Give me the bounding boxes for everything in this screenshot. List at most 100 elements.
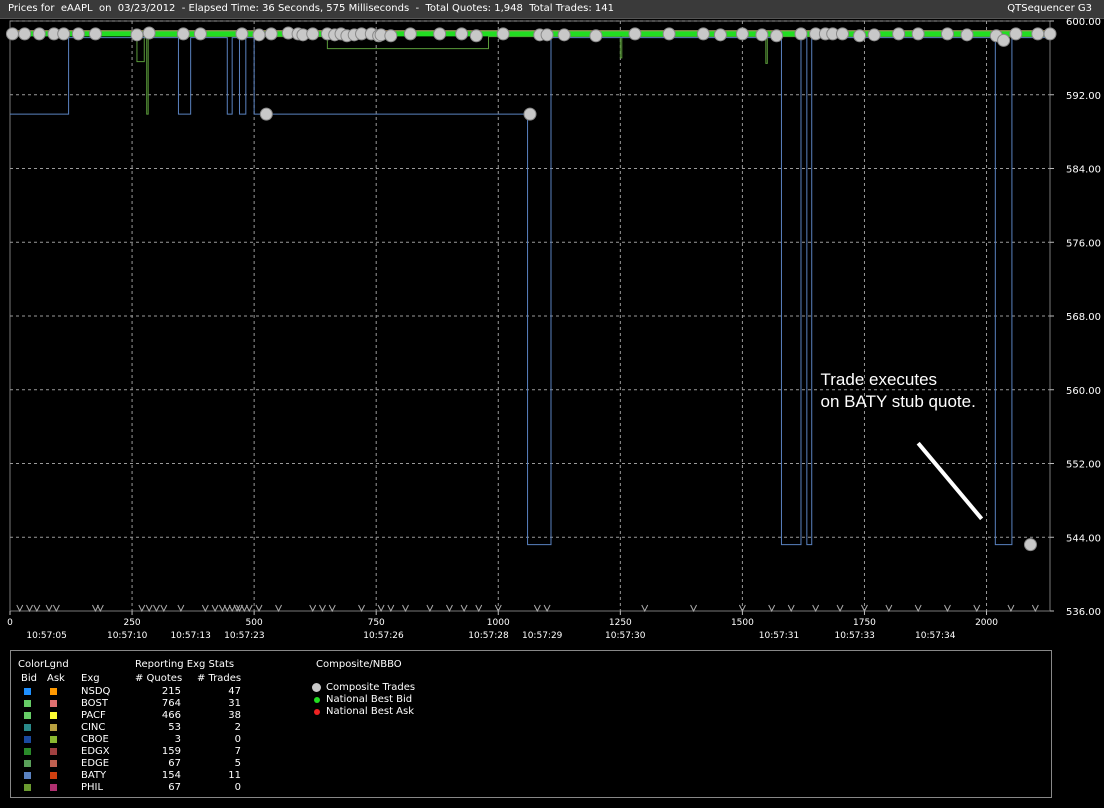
time-label: 10:57:28: [468, 631, 509, 641]
composite-trade-point: [496, 27, 510, 41]
legend-exchange: CINC: [81, 722, 106, 733]
composite-trade-point: [5, 27, 19, 41]
annotation-text: Trade executes: [821, 370, 938, 389]
legend-bid-swatch: [24, 688, 31, 695]
legend-quote-count: 67: [168, 758, 181, 769]
time-label: 10:57:29: [522, 631, 563, 641]
composite-trade-point: [306, 27, 320, 41]
composite-trade-point: [960, 28, 974, 42]
composite-trade-point: [1043, 27, 1057, 41]
legend-panel: ColorLgnd Reporting Exg Stats Composite/…: [10, 650, 1052, 798]
legend-trade-count: 47: [228, 686, 241, 697]
composite-legend-label: Composite Trades: [326, 682, 416, 693]
composite-trade-point: [264, 27, 278, 41]
composite-trade-point: [557, 28, 571, 42]
composite-trade-point: [997, 33, 1011, 47]
legend-exg-col: Exg: [81, 673, 100, 684]
legend-exchange: EDGX: [81, 746, 110, 757]
composite-trade-point: [696, 27, 710, 41]
composite-trade-point: [735, 27, 749, 41]
composite-trade-point: [130, 28, 144, 42]
composite-trade-point: [1031, 27, 1045, 41]
legend-trade-count: 7: [234, 746, 241, 757]
legend-trade-count: 11: [228, 770, 241, 781]
legend-quote-count: 53: [168, 722, 181, 733]
legend-composite-header: Composite/NBBO: [316, 659, 402, 670]
time-label: 10:57:33: [834, 631, 874, 641]
composite-trade-point: [755, 28, 769, 42]
time-label: 10:57:34: [915, 631, 956, 641]
legend-quote-count: 3: [174, 734, 181, 745]
legend-ask-swatch: [50, 736, 57, 743]
composite-trade-point: [523, 107, 537, 121]
y-tick-label: 600.00: [1066, 18, 1101, 28]
composite-trade-point: [88, 27, 102, 41]
legend-exchange: BOST: [81, 698, 109, 709]
composite-trade-point: [628, 27, 642, 41]
composite-trade-point: [235, 27, 249, 41]
time-label: 10:57:30: [605, 631, 646, 641]
composite-trade-point: [589, 29, 603, 43]
composite-trade-point: [1023, 538, 1037, 552]
legend-bid-swatch: [24, 760, 31, 767]
composite-trade-point: [469, 29, 483, 43]
time-label: 10:57:23: [224, 631, 264, 641]
y-tick-label: 584.00: [1066, 165, 1101, 176]
composite-trade-point: [662, 27, 676, 41]
composite-legend-marker: [312, 683, 321, 692]
legend-bid-swatch: [24, 784, 31, 791]
legend-quote-count: 215: [161, 686, 181, 697]
composite-legend-marker: [314, 697, 320, 703]
x-tick-label: 0: [7, 618, 13, 628]
composite-trade-point: [911, 27, 925, 41]
legend-ask-swatch: [50, 688, 57, 695]
legend-ask-swatch: [50, 700, 57, 707]
legend-bid-swatch: [24, 772, 31, 779]
time-label: 10:57:26: [363, 631, 404, 641]
price-chart: 600.00 592.00 584.00 576.00 568.00 560.00 552.…: [5, 18, 1101, 641]
app-name: QTSequencer G3: [1007, 3, 1092, 14]
legend-trade-count: 38: [228, 710, 241, 721]
composite-legend-marker: [314, 709, 320, 715]
composite-trade-point: [142, 26, 156, 40]
legend-bid-swatch: [24, 724, 31, 731]
time-label: 10:57:10: [107, 631, 148, 641]
x-tick-label: 750: [368, 618, 385, 628]
composite-trade-point: [940, 27, 954, 41]
x-tick-label: 1750: [853, 618, 876, 628]
legend-stats-header: Reporting Exg Stats: [135, 659, 235, 670]
legend-color-header: ColorLgnd: [18, 659, 69, 670]
composite-trade-point: [57, 27, 71, 41]
legend-quote-count: 67: [168, 782, 181, 793]
composite-trade-point: [252, 28, 266, 42]
composite-trade-point: [770, 29, 784, 43]
legend-ask-swatch: [50, 760, 57, 767]
legend-exchange: NSDQ: [81, 686, 111, 697]
legend-trade-count: 5: [234, 758, 241, 769]
legend-exchange: BATY: [81, 770, 107, 781]
legend-exchange: PHIL: [81, 782, 104, 793]
legend-trade-count: 2: [234, 722, 241, 733]
composite-legend-label: National Best Bid: [326, 694, 413, 705]
legend-quote-count: 154: [161, 770, 181, 781]
y-tick-label: 592.00: [1066, 91, 1101, 102]
legend-quote-count: 764: [161, 698, 181, 709]
y-tick-label: 552.00: [1066, 460, 1101, 471]
time-label: 10:57:31: [759, 631, 799, 641]
composite-trade-point: [71, 27, 85, 41]
legend-bid-swatch: [24, 736, 31, 743]
composite-legend-label: National Best Ask: [326, 706, 415, 717]
composite-trade-point: [193, 27, 207, 41]
legend-ask-swatch: [50, 724, 57, 731]
chart-title: Prices for eAAPL on 03/23/2012 - Elapsed…: [8, 3, 614, 14]
y-tick-label: 544.00: [1066, 533, 1101, 544]
x-tick-label: 1000: [487, 618, 510, 628]
time-label: 10:57:13: [170, 631, 210, 641]
composite-trade-point: [455, 27, 469, 41]
x-tick-label: 1250: [609, 618, 632, 628]
x-tick-label: 250: [123, 618, 140, 628]
composite-trade-point: [853, 29, 867, 43]
legend-quote-count: 159: [161, 746, 181, 757]
legend-trades-col: # Trades: [197, 673, 242, 684]
legend-exchange: CBOE: [81, 734, 109, 745]
